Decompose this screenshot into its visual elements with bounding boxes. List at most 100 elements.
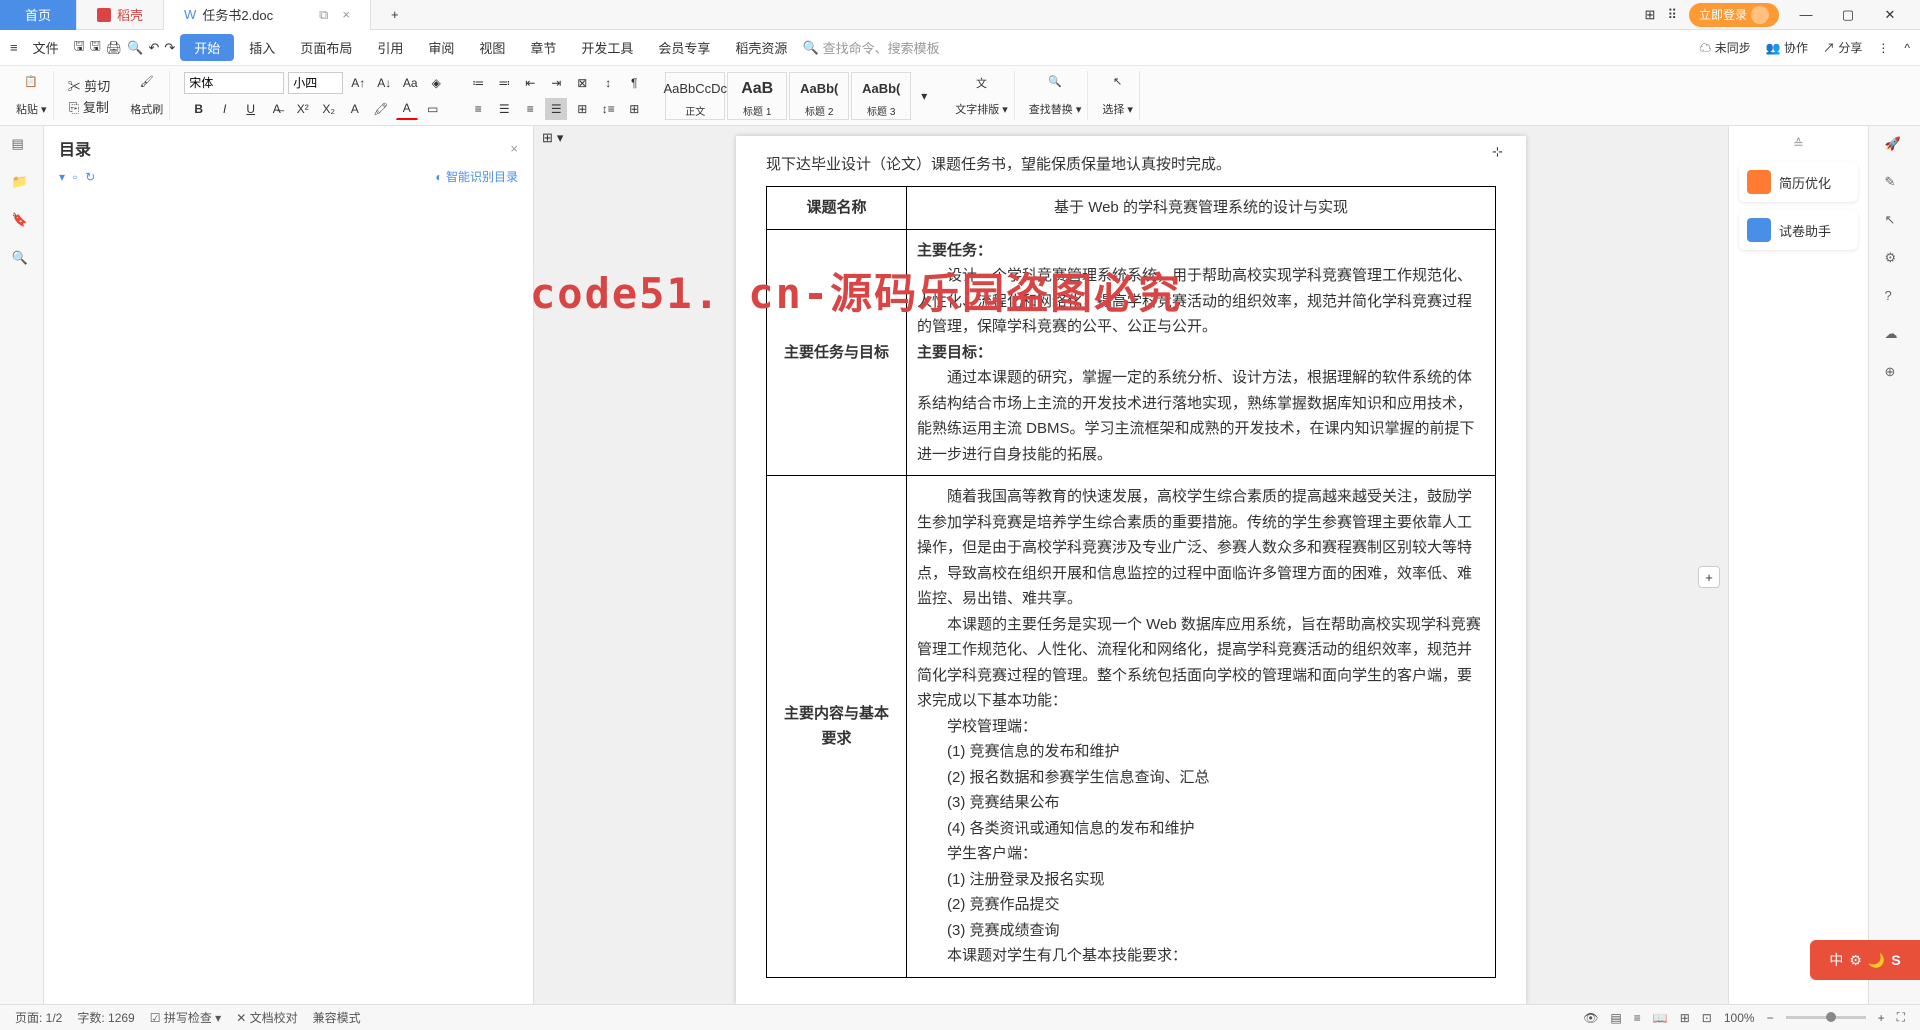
resume-optimize-button[interactable]: 简历优化 <box>1739 162 1858 202</box>
shading[interactable]: ▭ <box>422 98 444 120</box>
font-size-select[interactable] <box>288 72 343 94</box>
page-indicator[interactable]: 页面: 1/2 <box>15 1009 62 1026</box>
style-normal[interactable]: AaBbCcDc正文 <box>665 72 725 120</box>
font-color[interactable]: A <box>396 98 418 120</box>
distribute[interactable]: ⊞ <box>571 98 593 120</box>
cloud-icon[interactable]: ☁ <box>1885 326 1905 346</box>
typeset-button[interactable]: 文文字排版 ▾ <box>955 75 1008 117</box>
add-section-button[interactable]: + <box>1698 566 1720 588</box>
menu-review[interactable]: 审阅 <box>418 33 464 62</box>
borders[interactable]: ⊞ <box>623 98 645 120</box>
bullet-list[interactable]: ≔ <box>467 72 489 94</box>
strike-button[interactable]: A̶ <box>266 98 288 120</box>
maximize-button[interactable]: ▢ <box>1833 0 1863 30</box>
fit-width-icon[interactable]: ⊡ <box>1702 1011 1712 1025</box>
bookmark-icon[interactable]: 🔖 <box>12 212 32 232</box>
share-button[interactable]: ↗ 分享 <box>1823 39 1862 56</box>
select-button[interactable]: ↖选择 ▾ <box>1102 75 1133 117</box>
view-web-icon[interactable]: ⊞ <box>1680 1011 1690 1025</box>
close-panel-icon[interactable]: × <box>510 141 518 156</box>
char-scale[interactable]: ⊠ <box>571 72 593 94</box>
outline-collapse-icon[interactable]: ▫ <box>73 170 77 184</box>
save-as-icon[interactable]: 🖫 <box>90 37 101 59</box>
close-tab-icon[interactable]: × <box>342 7 350 22</box>
view-outline-icon[interactable]: ≡ <box>1634 1011 1641 1025</box>
undo-icon[interactable]: ↶ <box>148 40 159 56</box>
show-marks[interactable]: ¶ <box>623 72 645 94</box>
style-more[interactable]: ▾ <box>913 85 935 107</box>
menu-start[interactable]: 开始 <box>180 34 234 61</box>
outline-refresh-icon[interactable]: ↻ <box>85 170 95 184</box>
eye-icon[interactable]: 👁 <box>1583 1011 1598 1025</box>
outline-icon[interactable]: ▤ <box>12 136 32 156</box>
superscript[interactable]: X² <box>292 98 314 120</box>
increase-font[interactable]: A↑ <box>347 72 369 94</box>
tab-home[interactable]: 首页 <box>0 0 77 30</box>
pen-icon[interactable]: ✎ <box>1885 174 1905 194</box>
text-effect[interactable]: A <box>344 98 366 120</box>
menu-view[interactable]: 视图 <box>469 33 515 62</box>
style-h1[interactable]: AaB标题 1 <box>727 72 787 120</box>
align-center[interactable]: ☰ <box>493 98 515 120</box>
menu-resource[interactable]: 稻壳资源 <box>725 33 797 62</box>
rocket-icon[interactable]: 🚀 <box>1885 136 1905 156</box>
cursor-icon[interactable]: ↖ <box>1885 212 1905 232</box>
zoom-slider[interactable] <box>1786 1016 1866 1019</box>
decrease-font[interactable]: A↓ <box>373 72 395 94</box>
search-panel-icon[interactable]: 🔍 <box>12 250 32 270</box>
more-icon[interactable]: ⋮ <box>1877 41 1889 55</box>
menu-dev[interactable]: 开发工具 <box>571 33 643 62</box>
subscript[interactable]: X₂ <box>318 98 340 120</box>
layout-icon[interactable]: ⊞ <box>1645 7 1656 23</box>
save-icon[interactable]: 🖫 <box>74 37 85 59</box>
redo-icon[interactable]: ↷ <box>164 40 175 56</box>
panel-collapse-icon[interactable]: ≙ <box>1739 136 1858 152</box>
number-list[interactable]: ≕ <box>493 72 515 94</box>
expand-up-icon[interactable]: ^ <box>1904 41 1910 55</box>
folder-icon[interactable]: 📁 <box>12 174 32 194</box>
smart-toc[interactable]: ◐ 智能识别目录 <box>435 168 518 185</box>
exam-helper-button[interactable]: 试卷助手 <box>1739 210 1858 250</box>
collab-button[interactable]: 👥 协作 <box>1766 39 1808 56</box>
menu-insert[interactable]: 插入 <box>239 33 285 62</box>
decrease-indent[interactable]: ⇤ <box>519 72 541 94</box>
paste-button[interactable]: 📋粘贴 ▾ <box>16 75 47 117</box>
apps-icon[interactable]: ⠿ <box>1667 7 1677 23</box>
doc-bookmark-icon[interactable]: ▾ <box>557 130 564 146</box>
preview-icon[interactable]: 🔍 <box>127 40 143 56</box>
proofread[interactable]: ✕ 文档校对 <box>236 1009 297 1026</box>
close-button[interactable]: ✕ <box>1875 0 1905 30</box>
table-expand-icon[interactable]: ⊹ <box>1492 144 1514 166</box>
ime-indicator[interactable]: 中 ⚙ 🌙 S <box>1810 940 1920 980</box>
sync-status[interactable]: ☁ 未同步 <box>1699 39 1750 56</box>
fullscreen-icon[interactable]: ⛶ <box>1897 1010 1905 1025</box>
zoom-out[interactable]: − <box>1767 1011 1774 1025</box>
login-button[interactable]: 立即登录 <box>1689 3 1779 27</box>
new-tab-button[interactable]: + <box>371 0 419 30</box>
hamburger-icon[interactable]: ≡ <box>10 40 18 55</box>
menu-ref[interactable]: 引用 <box>367 33 413 62</box>
menu-member[interactable]: 会员专享 <box>648 33 720 62</box>
style-h3[interactable]: AaBb(标题 3 <box>851 72 911 120</box>
gear-icon[interactable]: ⊕ <box>1885 364 1905 384</box>
highlight[interactable]: 🖍 <box>370 98 392 120</box>
find-replace[interactable]: 🔍查找替换 ▾ <box>1029 75 1082 117</box>
settings-icon[interactable]: ⚙ <box>1885 250 1905 270</box>
doc-nav-icon[interactable]: ⊞ <box>542 130 553 146</box>
underline-button[interactable]: U <box>240 98 262 120</box>
view-page-icon[interactable]: ▤ <box>1610 1011 1621 1025</box>
word-count[interactable]: 字数: 1269 <box>77 1009 134 1026</box>
minimize-button[interactable]: — <box>1791 0 1821 30</box>
clear-format[interactable]: ◈ <box>425 72 447 94</box>
spell-check[interactable]: ☑ 拼写检查 ▾ <box>150 1009 221 1026</box>
format-painter[interactable]: 🖌格式刷 <box>130 75 163 117</box>
align-right[interactable]: ≡ <box>519 98 541 120</box>
zoom-in[interactable]: + <box>1878 1011 1885 1025</box>
print-icon[interactable]: 🖨 <box>106 40 123 56</box>
menu-layout[interactable]: 页面布局 <box>290 33 362 62</box>
italic-button[interactable]: I <box>214 98 236 120</box>
tab-daoqiao[interactable]: 稻壳 <box>77 0 164 30</box>
menu-chapter[interactable]: 章节 <box>520 33 566 62</box>
font-select[interactable] <box>184 72 284 94</box>
style-h2[interactable]: AaBb(标题 2 <box>789 72 849 120</box>
